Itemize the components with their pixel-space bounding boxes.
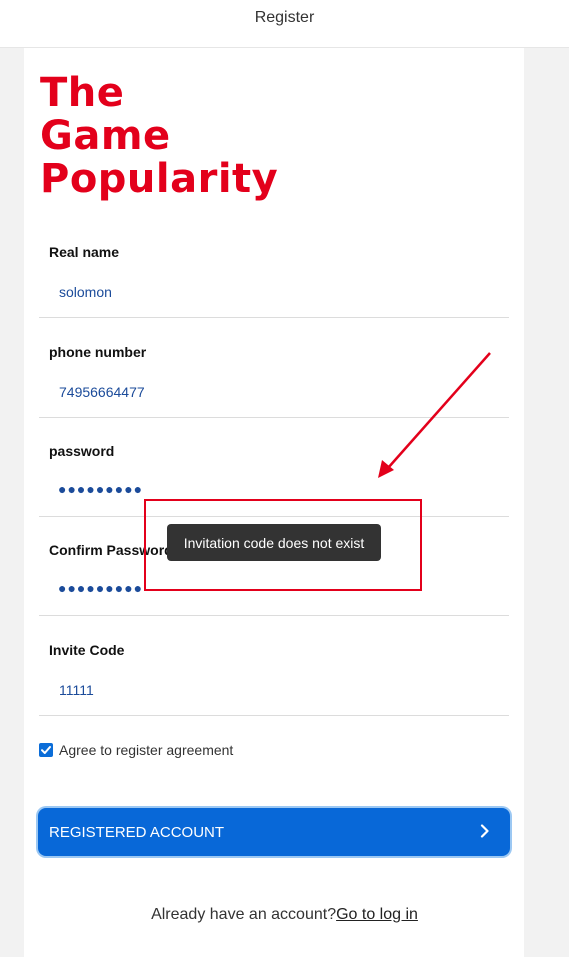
register-page: Register The Game Popularity Real name s… [0, 0, 569, 957]
error-toast: Invitation code does not exist [167, 524, 381, 561]
annotation-arrow-icon [378, 352, 491, 478]
